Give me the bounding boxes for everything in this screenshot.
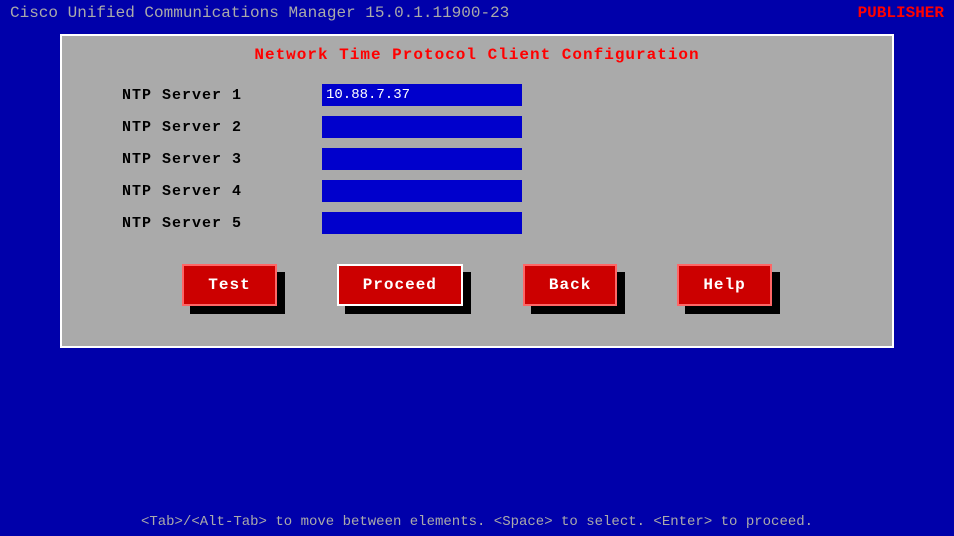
ntp-input-1[interactable] bbox=[322, 84, 522, 106]
app-title: Cisco Unified Communications Manager 15.… bbox=[10, 4, 509, 22]
ntp-label-3: NTP Server 3 bbox=[122, 151, 322, 168]
buttons-area: Test Proceed Back Help bbox=[82, 264, 872, 316]
panel-title: Network Time Protocol Client Configurati… bbox=[82, 46, 872, 64]
help-button-wrapper: Help bbox=[677, 264, 771, 306]
ntp-label-5: NTP Server 5 bbox=[122, 215, 322, 232]
ntp-label-2: NTP Server 2 bbox=[122, 119, 322, 136]
main-panel: Network Time Protocol Client Configurati… bbox=[60, 34, 894, 348]
status-text: <Tab>/<Alt-Tab> to move between elements… bbox=[141, 514, 813, 530]
ntp-row-2: NTP Server 2 bbox=[82, 116, 872, 138]
ntp-fields: NTP Server 1 NTP Server 2 NTP Server 3 NTP … bbox=[82, 84, 872, 234]
status-bar: <Tab>/<Alt-Tab> to move between elements… bbox=[0, 508, 954, 536]
proceed-button-wrapper: Proceed bbox=[337, 264, 463, 306]
top-bar: Cisco Unified Communications Manager 15.… bbox=[0, 0, 954, 26]
ntp-label-1: NTP Server 1 bbox=[122, 87, 322, 104]
ntp-row-1: NTP Server 1 bbox=[82, 84, 872, 106]
ntp-input-3[interactable] bbox=[322, 148, 522, 170]
publisher-label: PUBLISHER bbox=[858, 4, 944, 22]
ntp-input-4[interactable] bbox=[322, 180, 522, 202]
ntp-input-5[interactable] bbox=[322, 212, 522, 234]
test-button[interactable]: Test bbox=[182, 264, 276, 306]
ntp-input-2[interactable] bbox=[322, 116, 522, 138]
ntp-row-5: NTP Server 5 bbox=[82, 212, 872, 234]
back-button-wrapper: Back bbox=[523, 264, 617, 306]
test-button-wrapper: Test bbox=[182, 264, 276, 306]
ntp-row-3: NTP Server 3 bbox=[82, 148, 872, 170]
ntp-label-4: NTP Server 4 bbox=[122, 183, 322, 200]
help-button[interactable]: Help bbox=[677, 264, 771, 306]
back-button[interactable]: Back bbox=[523, 264, 617, 306]
proceed-button[interactable]: Proceed bbox=[337, 264, 463, 306]
ntp-row-4: NTP Server 4 bbox=[82, 180, 872, 202]
